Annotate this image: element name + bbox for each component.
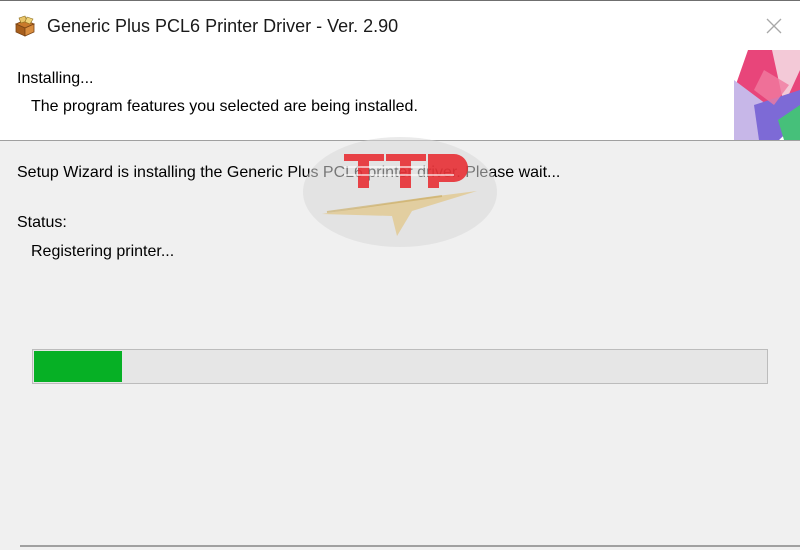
title-bar[interactable]: Generic Plus PCL6 Printer Driver - Ver. … <box>0 1 800 50</box>
wizard-header: Installing... The program features you s… <box>0 50 800 141</box>
header-subtitle: The program features you selected are be… <box>31 98 418 115</box>
status-label: Status: <box>17 214 67 231</box>
installer-window: Generic Plus PCL6 Printer Driver - Ver. … <box>0 0 800 550</box>
progress-fill <box>34 351 122 382</box>
installer-package-icon <box>15 15 35 37</box>
footer-divider <box>20 545 800 547</box>
window-title: Generic Plus PCL6 Printer Driver - Ver. … <box>47 16 399 36</box>
close-icon <box>766 18 782 34</box>
wizard-banner-graphic <box>734 50 800 140</box>
header-title: Installing... <box>17 70 94 87</box>
ttp-watermark-logo <box>303 137 497 247</box>
install-message: Setup Wizard is installing the Generic P… <box>17 164 561 181</box>
close-button[interactable] <box>752 8 796 44</box>
status-value: Registering printer... <box>31 243 175 260</box>
install-progress-bar <box>32 349 768 384</box>
